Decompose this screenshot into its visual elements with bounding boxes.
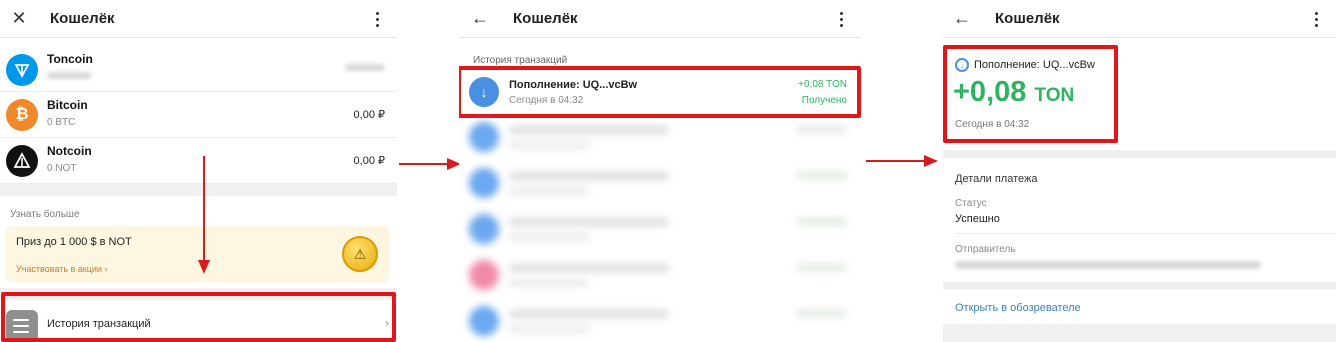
page-title: Кошелёк [50, 10, 115, 27]
toncoin-logo-icon [6, 54, 38, 86]
page-title: Кошелёк [995, 10, 1060, 27]
coin-name: Notcoin [47, 144, 92, 158]
page-title: Кошелёк [513, 10, 578, 27]
coin-amount-hidden [47, 71, 91, 82]
wallet-panel: ✕ Кошелёк Toncoin ₿ Bitcoin 0 BTC 0,00 ₽… [0, 0, 397, 342]
coin-name: Toncoin [47, 52, 93, 66]
section-divider [943, 282, 1336, 290]
app-header: ← Кошелёк [459, 0, 861, 38]
back-arrow-icon[interactable]: ← [465, 4, 495, 34]
close-icon[interactable]: ✕ [4, 4, 34, 34]
section-label: Узнать больше [10, 209, 80, 220]
coin-value-hidden [345, 62, 385, 74]
highlight-box [943, 45, 1118, 143]
screenshot-stage: ✕ Кошелёк Toncoin ₿ Bitcoin 0 BTC 0,00 ₽… [0, 0, 1336, 342]
app-header: ← Кошелёк [943, 0, 1336, 38]
bitcoin-logo-icon: ₿ [6, 99, 38, 131]
notcoin-prize-icon: ⚠ [342, 236, 378, 272]
section-label: История транзакций [473, 55, 568, 66]
highlight-box [459, 66, 861, 118]
more-vert-icon[interactable] [1306, 8, 1326, 30]
blurred-row [459, 160, 861, 206]
sender-address-hidden [955, 260, 1261, 272]
status-key: Статус [955, 198, 987, 209]
right-arrow-annotation [866, 155, 938, 167]
blurred-row [459, 298, 861, 342]
promo-link-label: Участвовать в акции [16, 264, 102, 274]
transaction-details-panel: ← Кошелёк ↓ Пополнение: UQ...vcBw +0,08 … [943, 0, 1336, 342]
divider [955, 233, 1336, 234]
highlight-box [1, 292, 396, 342]
more-vert-icon[interactable] [367, 8, 387, 30]
back-arrow-icon[interactable]: ← [947, 4, 977, 34]
history-panel: ← Кошелёк История транзакций ↓ Пополнени… [459, 0, 861, 342]
chevron-right-icon: › [104, 264, 108, 274]
open-in-explorer-link[interactable]: Открыть в обозревателе [955, 302, 1081, 314]
right-arrow-annotation [399, 158, 461, 170]
sender-key: Отправитель [955, 244, 1016, 255]
app-header: ✕ Кошелёк [0, 0, 397, 38]
coin-value: 0,00 ₽ [353, 155, 385, 167]
coin-value: 0,00 ₽ [353, 109, 385, 121]
section-divider [943, 150, 1336, 158]
coin-name: Bitcoin [47, 98, 88, 112]
notcoin-logo-icon [6, 145, 38, 177]
coin-amount: 0 BTC [47, 117, 76, 128]
coin-row-toncoin[interactable]: Toncoin [0, 46, 397, 92]
promo-link[interactable]: Участвовать в акции › [16, 264, 107, 274]
status-value: Успешно [955, 213, 1000, 225]
more-vert-icon[interactable] [831, 8, 851, 30]
coin-amount: 0 NOT [47, 163, 77, 174]
blurred-row [459, 114, 861, 160]
blurred-row [459, 252, 861, 298]
blurred-row [459, 206, 861, 252]
details-heading: Детали платежа [955, 173, 1038, 185]
down-arrow-annotation [198, 156, 210, 274]
promo-title: Приз до 1 000 $ в NOT [16, 236, 132, 248]
section-divider [943, 324, 1336, 342]
coin-row-bitcoin[interactable]: ₿ Bitcoin 0 BTC 0,00 ₽ [0, 92, 397, 138]
